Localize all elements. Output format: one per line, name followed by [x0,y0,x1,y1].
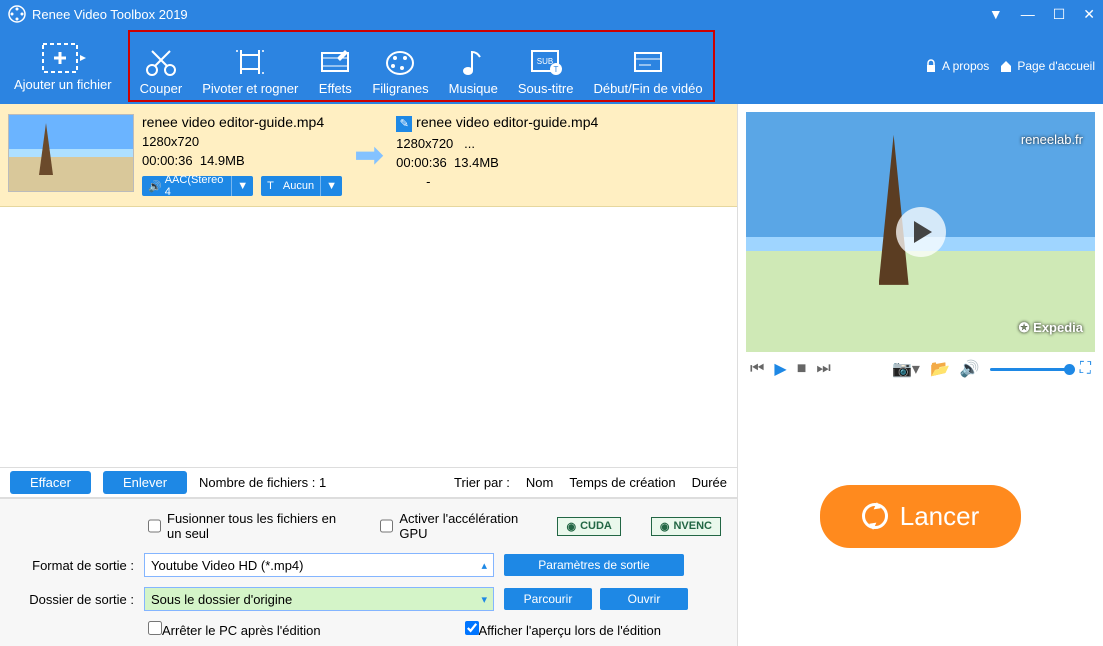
speaker-icon: 🔊 [148,180,162,193]
music-note-icon [459,45,487,79]
clear-button[interactable]: Effacer [10,471,91,494]
effects-icon [318,45,352,79]
list-footer: Effacer Enlever Nombre de fichiers : 1 T… [0,467,737,497]
watermark-bottom: ✪ Expedia [1019,320,1083,336]
preview-checkbox[interactable]: Afficher l'aperçu lors de l'édition [465,621,662,638]
format-label: Format de sortie : [16,558,134,573]
home-icon [999,59,1013,73]
add-file-icon [40,41,86,75]
open-button[interactable]: Ouvrir [600,588,688,610]
browse-button[interactable]: Parcourir [504,588,592,610]
add-file-label: Ajouter un fichier [14,77,112,92]
text-icon: T [267,180,274,192]
arrow-icon: ➡ [350,114,388,196]
volume-icon[interactable]: 🔊 [960,359,980,379]
close-icon[interactable]: ✕ [1083,6,1095,23]
preview-panel: reneelab.fr ✪ Expedia [746,112,1095,352]
file-list: renee video editor-guide.mp4 1280x720 00… [0,104,737,467]
watermark-button[interactable]: Filigranes [362,32,438,108]
lock-icon [924,59,938,73]
about-link[interactable]: A propos [924,59,989,73]
dst-duration-size: 00:00:36 13.4MB [396,155,598,170]
bottom-panel: Fusionner tous les fichiers en un seul A… [0,497,737,646]
stop-button[interactable]: ■ [797,360,807,378]
refresh-icon [862,503,888,529]
folder-label: Dossier de sortie : [16,592,134,607]
minimize-icon[interactable]: ― [1021,6,1035,22]
palette-icon [383,45,417,79]
music-button[interactable]: Musique [439,32,508,108]
add-file-button[interactable]: Ajouter un fichier [8,41,118,92]
sort-by-time[interactable]: Temps de création [569,475,675,490]
shutdown-checkbox[interactable]: Arrêter le PC après l'édition [148,621,321,638]
nvenc-badge: ◉ NVENC [651,517,721,536]
svg-text:SUB: SUB [536,57,552,66]
sort-by-duration[interactable]: Durée [692,475,727,490]
src-filename: renee video editor-guide.mp4 [142,114,342,130]
output-format-combo[interactable]: Youtube Video HD (*.mp4) [144,553,494,577]
play-button[interactable]: ▶ [774,359,786,379]
file-row[interactable]: renee video editor-guide.mp4 1280x720 00… [0,104,737,207]
output-folder-combo[interactable]: Sous le dossier d'origine [144,587,494,611]
launch-button[interactable]: Lancer [820,485,1022,548]
prev-button[interactable]: ⏮ [750,360,764,378]
merge-checkbox[interactable]: Fusionner tous les fichiers en un seul [148,511,350,541]
subtitle-button[interactable]: SUBT Sous-titre [508,32,584,108]
gpu-checkbox[interactable]: Activer l'accélération GPU [380,511,527,541]
play-overlay-button[interactable] [896,207,946,257]
scissors-icon [144,45,178,79]
snapshot-button[interactable]: 📷▾ [892,359,920,379]
dst-filename: ✎renee video editor-guide.mp4 [396,114,598,132]
sort-label: Trier par : [454,475,510,490]
file-count: Nombre de fichiers : 1 [199,475,326,490]
output-params-button[interactable]: Paramètres de sortie [504,554,684,576]
maximize-icon[interactable]: ☐ [1053,6,1066,23]
dst-resolution: 1280x720 ... [396,136,598,151]
app-logo-icon [8,5,26,23]
audio-track-chip[interactable]: 🔊AAC(Stereo 4▼ [142,176,253,196]
edit-icon[interactable]: ✎ [396,116,412,132]
intro-outro-icon [631,45,665,79]
video-controls: ⏮ ▶ ■ ⏭ 📷▾ 📂 🔊 ⛶ [738,352,1103,386]
fullscreen-button[interactable]: ⛶ [1080,360,1091,378]
remove-button[interactable]: Enlever [103,471,187,494]
subtitle-icon: SUBT [529,45,563,79]
file-thumbnail [8,114,134,192]
src-resolution: 1280x720 [142,134,342,149]
crop-icon [233,45,267,79]
watermark-top: reneelab.fr [1021,132,1083,147]
rotate-crop-button[interactable]: Pivoter et rogner [192,32,308,108]
volume-slider[interactable] [990,368,1070,371]
home-link[interactable]: Page d'accueil [999,59,1095,73]
svg-text:T: T [553,65,558,74]
cuda-badge: ◉ CUDA [557,517,620,536]
open-folder-button[interactable]: 📂 [930,359,950,379]
src-duration-size: 00:00:36 14.9MB [142,153,342,168]
toolbar: Ajouter un fichier Couper Pivoter et rog… [0,28,1103,104]
cut-button[interactable]: Couper [130,32,193,108]
app-title: Renee Video Toolbox 2019 [32,7,188,22]
intro-outro-button[interactable]: Début/Fin de vidéo [583,32,712,108]
sort-by-name[interactable]: Nom [526,475,553,490]
titlebar: Renee Video Toolbox 2019 ▼ ― ☐ ✕ [0,0,1103,28]
menu-down-icon[interactable]: ▼ [989,6,1003,22]
next-button[interactable]: ⏭ [816,360,830,378]
dst-dash: - [396,174,598,189]
effects-button[interactable]: Effets [308,32,362,108]
toolbar-highlight: Couper Pivoter et rogner Effets Filigran… [128,30,715,102]
subtitle-chip[interactable]: T Aucun▼ [261,176,342,196]
